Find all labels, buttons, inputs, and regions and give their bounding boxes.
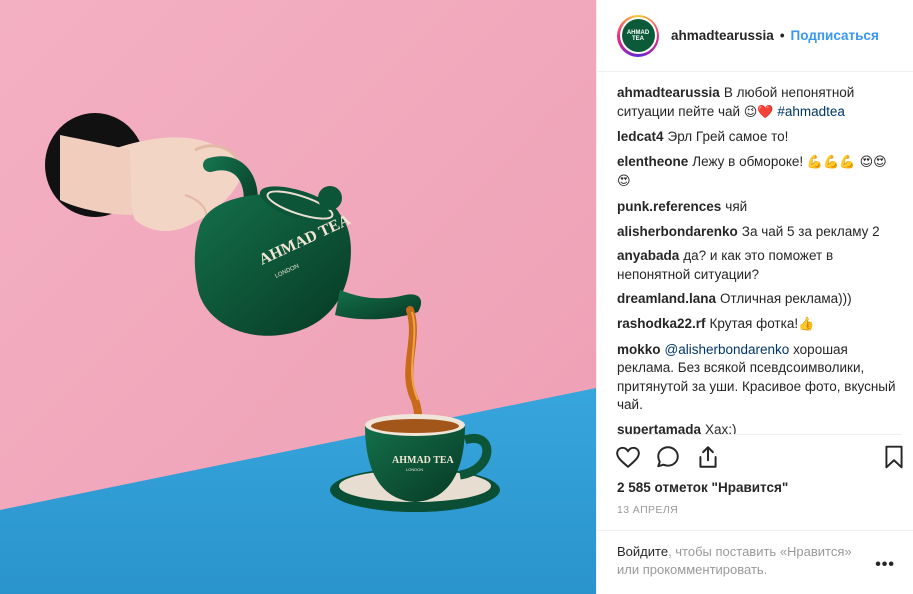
- post-date: 13 апреля: [617, 504, 679, 516]
- comment-username[interactable]: elentheone: [617, 154, 688, 169]
- divider: [597, 530, 913, 531]
- likes-count[interactable]: 2 585 отметок "Нравится": [617, 480, 788, 495]
- comment-text: Отличная реклама))): [720, 291, 852, 307]
- comment: punk.references чяй: [617, 198, 897, 217]
- comment-username[interactable]: ledcat4: [617, 129, 664, 144]
- post-photo[interactable]: AHMAD TEA LONDON AHMAD TEA LONDON: [0, 0, 596, 594]
- cup-city: LONDON: [406, 467, 423, 472]
- comment-text: Хах;): [705, 421, 737, 434]
- comment: mokko @alisherbondarenko хорошая реклама.…: [617, 341, 897, 415]
- comments-list: ahmadtearussia В любой непонятной ситуаци…: [617, 84, 897, 434]
- caption-username[interactable]: ahmadtearussia: [617, 85, 720, 100]
- comment-text: За чай 5 за рекламу 2: [741, 223, 880, 239]
- comment: supertamada Хах;): [617, 421, 897, 434]
- login-link[interactable]: Войдите: [617, 544, 668, 559]
- comment-username[interactable]: alisherbondarenko: [617, 224, 738, 239]
- avatar-logo: AHMAD TEA: [621, 19, 655, 52]
- comment-emoji: 👍: [798, 316, 815, 332]
- more-options-button[interactable]: •••: [875, 556, 895, 574]
- header-separator: •: [779, 28, 785, 43]
- comment-username[interactable]: mokko: [617, 342, 661, 357]
- comment: ledcat4 Эрл Грей самое то!: [617, 128, 897, 147]
- comment-username[interactable]: rashodka22.rf: [617, 316, 706, 331]
- caption-hashtag[interactable]: #ahmadtea: [777, 104, 845, 119]
- comment: rashodka22.rf Крутая фотка!👍: [617, 315, 897, 335]
- caption: ahmadtearussia В любой непонятной ситуаци…: [617, 84, 897, 122]
- comment: alisherbondarenko За чай 5 за рекламу 2: [617, 223, 897, 242]
- login-prompt: Войдите, чтобы поставить «Нравится» или …: [617, 543, 877, 579]
- comment-text: чяй: [725, 198, 748, 214]
- divider: [617, 434, 902, 435]
- comment-text: Лежу в обмороке!: [692, 153, 804, 169]
- post-sidebar: AHMAD TEA ahmadtearussia • Подписаться a…: [596, 0, 913, 594]
- caption-emoji: 😉❤️: [743, 104, 774, 120]
- comment-text: Эрл Грей самое то!: [667, 129, 789, 145]
- comment-icon[interactable]: [655, 444, 683, 472]
- post-header: AHMAD TEA ahmadtearussia • Подписаться: [597, 0, 913, 72]
- instagram-post: AHMAD TEA LONDON AHMAD TEA LONDON AHMAD …: [0, 0, 913, 594]
- follow-button[interactable]: Подписаться: [791, 28, 879, 43]
- cup-brand: AHMAD TEA: [392, 455, 455, 466]
- avatar[interactable]: AHMAD TEA: [617, 14, 659, 57]
- comment-username[interactable]: punk.references: [617, 199, 721, 214]
- share-icon[interactable]: [695, 444, 723, 472]
- comment-username[interactable]: supertamada: [617, 422, 701, 434]
- bookmark-icon[interactable]: [881, 444, 909, 472]
- comment: dreamland.lana Отличная реклама))): [617, 290, 897, 309]
- comment: elentheone Лежу в обмороке! 💪💪💪 😍😍😍: [617, 153, 897, 192]
- comment: anyabada да? и как это поможет в непонятн…: [617, 247, 897, 284]
- photo-illustration: AHMAD TEA LONDON AHMAD TEA LONDON: [0, 0, 596, 594]
- comment-username[interactable]: anyabada: [617, 248, 679, 263]
- comment-text: Крутая фотка!: [709, 315, 799, 331]
- heart-icon[interactable]: [615, 444, 643, 472]
- comment-username[interactable]: dreamland.lana: [617, 291, 716, 306]
- comment-mention[interactable]: @alisherbondarenko: [665, 342, 790, 357]
- header-username[interactable]: ahmadtearussia: [671, 28, 774, 43]
- action-bar: [615, 444, 910, 474]
